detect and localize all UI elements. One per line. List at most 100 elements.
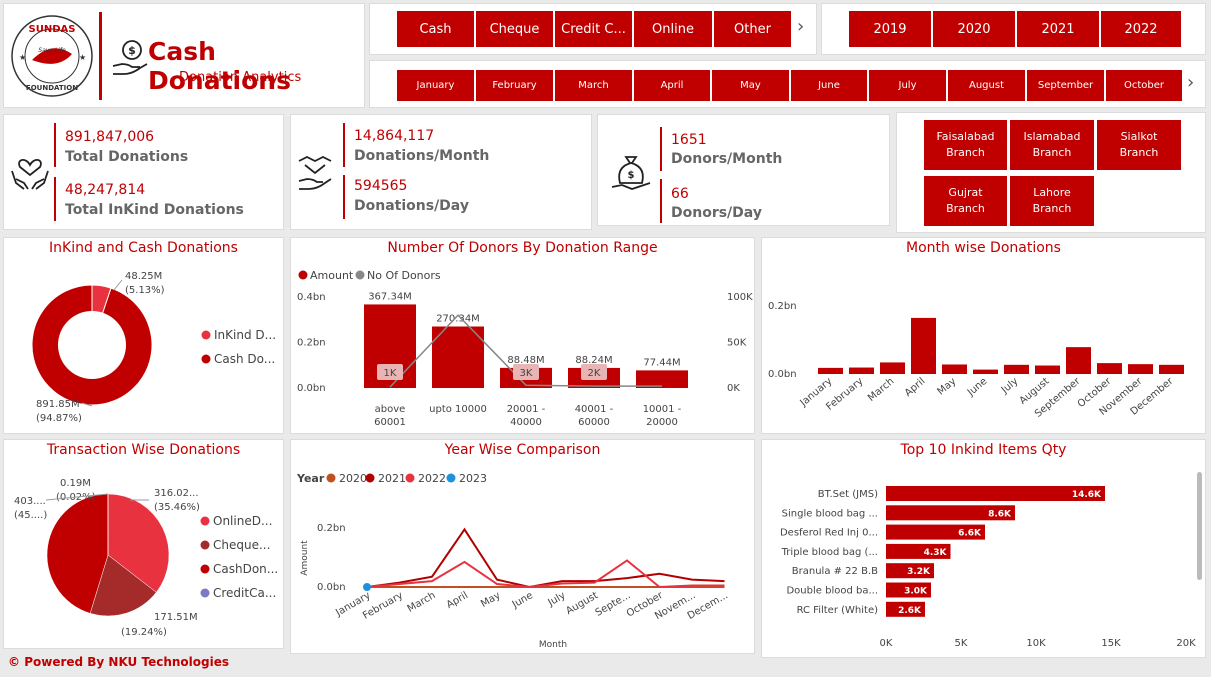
bar xyxy=(1066,347,1091,374)
series-line xyxy=(366,559,725,589)
payment-type-credit-card[interactable]: Credit C... xyxy=(554,10,633,48)
y-tick-label: Single blood bag ... xyxy=(782,508,878,519)
month-april[interactable]: April xyxy=(633,69,711,102)
branch-lahore[interactable]: Lahore Branch xyxy=(1009,175,1095,227)
y-tick-label: BT.Set (JMS) xyxy=(818,489,878,500)
x-tick-label: 20001 - xyxy=(507,404,546,415)
data-label: 3.2K xyxy=(907,567,931,577)
x-tick-label: 5K xyxy=(955,638,968,649)
chart-scrollbar[interactable] xyxy=(1197,472,1202,580)
donors-range-chart-card: Number Of Donors By Donation Range Amoun… xyxy=(290,237,755,434)
month-february[interactable]: February xyxy=(475,69,554,102)
handshake-icon xyxy=(298,155,332,190)
month-march[interactable]: March xyxy=(554,69,633,102)
y-tick-label: 0.4bn xyxy=(297,292,326,303)
payment-type-online[interactable]: Online xyxy=(633,10,713,48)
branch-islamabad[interactable]: Islamabad Branch xyxy=(1009,119,1095,171)
branch-name: Sialkot xyxy=(1120,130,1158,143)
donations-per-day-label: Donations/Day xyxy=(354,198,469,214)
month-wise-bar-chart: 0.2bn0.0bnJanuaryFebruary March April May Ju… xyxy=(768,301,1184,420)
series-point xyxy=(363,583,371,591)
legend-dot xyxy=(200,540,210,550)
data-label: (35.46%) xyxy=(154,502,200,513)
donors-per-day-label: Donors/Day xyxy=(671,205,762,221)
donors-per-month-label: Donors/Month xyxy=(671,151,783,167)
branch-name: Lahore xyxy=(1033,186,1071,199)
x-tick-label: May xyxy=(479,590,502,610)
page-title: Cash Donations xyxy=(148,37,291,95)
y-tick-label: 0.2bn xyxy=(317,523,346,534)
branch-suffix: Branch xyxy=(946,202,985,215)
year-2019[interactable]: 2019 xyxy=(848,10,932,48)
month-may[interactable]: May xyxy=(711,69,790,102)
payment-type-other[interactable]: Other xyxy=(713,10,792,48)
x-tick-label: upto 10000 xyxy=(429,404,487,415)
bar xyxy=(973,369,998,374)
footer-text: Powered By NKU Technologies xyxy=(24,655,229,669)
legend-title: Year xyxy=(296,472,325,485)
y-tick-label: Branula # 22 B.B xyxy=(792,566,878,577)
month-slicer: January February March April May June Ju… xyxy=(369,60,1206,108)
x-tick-label: 20K xyxy=(1176,638,1196,649)
year-2022[interactable]: 2022 xyxy=(1100,10,1182,48)
data-label: 0.19M xyxy=(60,478,91,489)
legend-dot xyxy=(298,270,308,280)
y-tick-label: 0.0bn xyxy=(768,369,797,380)
legend-label: Cash Do... xyxy=(214,352,275,366)
data-label: 891.85M xyxy=(36,399,80,410)
y-tick-label: 0.2bn xyxy=(768,301,797,312)
branch-faisalabad[interactable]: Faisalabad Branch xyxy=(923,119,1008,171)
slicer-next-chevron-icon[interactable]: › xyxy=(797,16,804,37)
logo-top-text: SUNDAS xyxy=(29,24,76,35)
svg-text:$: $ xyxy=(628,170,635,181)
y-tick-label: 0.0bn xyxy=(317,582,346,593)
legend-label: 2022 xyxy=(418,472,446,485)
month-january[interactable]: January xyxy=(396,69,475,102)
year-2020[interactable]: 2020 xyxy=(932,10,1016,48)
kpi-card-donations-rate: 14,864,117 Donations/Month 594565 Donati… xyxy=(290,114,592,230)
bar xyxy=(1035,365,1060,374)
month-september[interactable]: September xyxy=(1026,69,1105,102)
donors-per-month-value: 1651 xyxy=(671,132,707,148)
x-tick-label: April xyxy=(445,590,470,611)
svg-text:$: $ xyxy=(128,44,136,57)
month-october[interactable]: October xyxy=(1105,69,1183,102)
leader-line xyxy=(113,279,123,291)
kpi-divider xyxy=(660,127,662,171)
payment-type-cash[interactable]: Cash xyxy=(396,10,475,48)
month-june[interactable]: June xyxy=(790,69,868,102)
data-label: 3.0K xyxy=(904,587,928,597)
legend-label: 2023 xyxy=(459,472,487,485)
kpi-divider xyxy=(343,123,345,167)
donations-per-month-value: 14,864,117 xyxy=(354,128,435,144)
month-july[interactable]: July xyxy=(868,69,947,102)
branch-gujrat[interactable]: Gujrat Branch xyxy=(923,175,1008,227)
year-2021[interactable]: 2021 xyxy=(1016,10,1100,48)
data-label: 2K xyxy=(588,368,601,379)
x-tick-label: July xyxy=(546,590,568,609)
data-label: 2.6K xyxy=(898,606,922,616)
x-tick-label: 10K xyxy=(1026,638,1046,649)
legend-dot xyxy=(405,473,415,483)
legend-label: InKind D... xyxy=(214,328,276,342)
legend-dot xyxy=(201,330,211,340)
kpi-divider xyxy=(54,123,56,167)
branch-sialkot[interactable]: Sialkot Branch xyxy=(1096,119,1182,171)
kpi-divider xyxy=(343,175,345,219)
bar xyxy=(1004,364,1029,374)
branch-slicer: Faisalabad Branch Islamabad Branch Sialkot… xyxy=(896,112,1206,233)
x-tick-label: March xyxy=(406,590,438,615)
legend-dot xyxy=(355,270,365,280)
svg-text:★: ★ xyxy=(19,53,26,62)
chart-title: InKind and Cash Donations xyxy=(49,240,238,256)
month-next-chevron-icon[interactable]: › xyxy=(1187,72,1194,93)
header-divider xyxy=(99,12,102,100)
x-tick-label: June xyxy=(965,376,990,399)
legend-dot xyxy=(326,473,336,483)
month-august[interactable]: August xyxy=(947,69,1026,102)
payment-type-cheque[interactable]: Cheque xyxy=(475,10,554,48)
total-inkind-value: 48,247,814 xyxy=(65,182,146,198)
sundas-logo: SUNDAS Save Life FOUNDATION ★ ★ xyxy=(11,15,93,97)
y-tick-label: Double blood ba... xyxy=(786,586,878,597)
data-label: 403.... xyxy=(14,496,46,507)
